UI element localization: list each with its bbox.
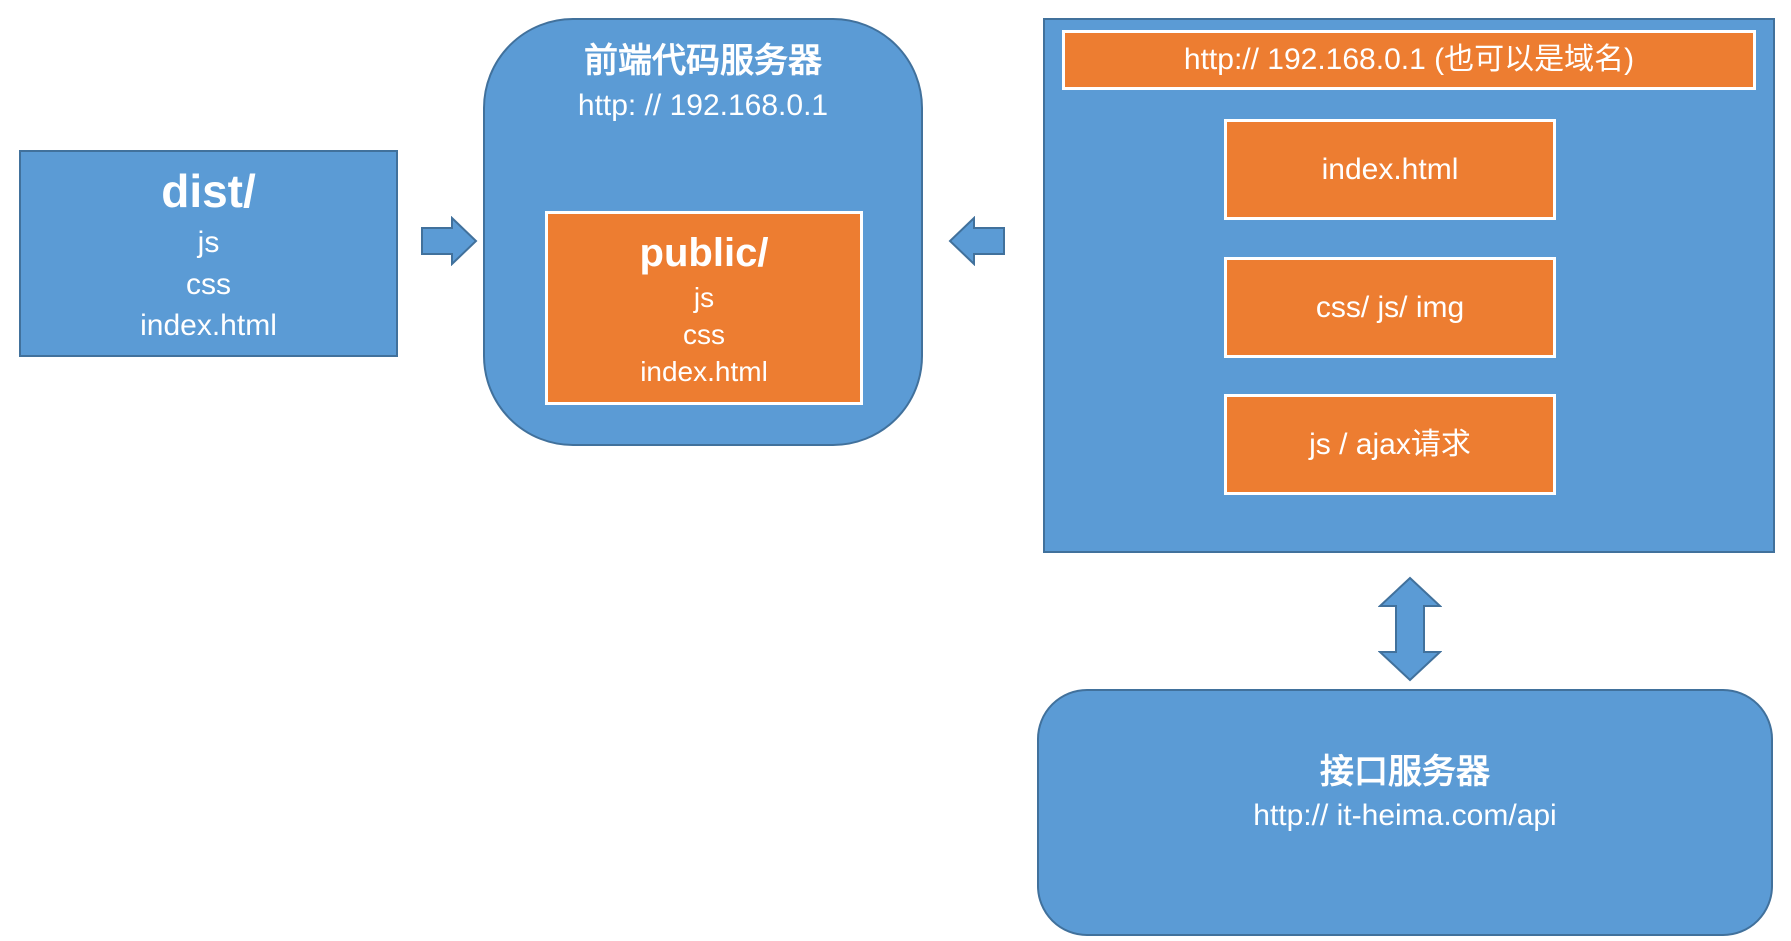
api-server-box: 接口服务器 http:// it-heima.com/api xyxy=(1037,689,1773,936)
left-arrow-icon xyxy=(948,216,1005,266)
public-item-css: css xyxy=(683,318,725,350)
dist-title: dist/ xyxy=(161,164,256,217)
browser-item-index: index.html xyxy=(1224,119,1556,220)
browser-item-assets: css/ js/ img xyxy=(1224,257,1556,358)
api-server-title: 接口服务器 xyxy=(1320,752,1490,791)
frontend-server-address: http: // 192.168.0.1 xyxy=(577,88,829,122)
address-bar-text: http:// 192.168.0.1 (也可以是域名) xyxy=(1183,43,1635,77)
browser-item-assets-label: css/ js/ img xyxy=(1315,290,1465,324)
public-item-js: js xyxy=(693,281,715,313)
address-bar: http:// 192.168.0.1 (也可以是域名) xyxy=(1062,30,1756,90)
public-title: public/ xyxy=(639,230,769,275)
browser-item-ajax: js / ajax请求 xyxy=(1224,394,1556,495)
dist-item-css: css xyxy=(186,267,231,301)
browser-item-ajax-label: js / ajax请求 xyxy=(1309,427,1471,461)
browser-box: http:// 192.168.0.1 (也可以是域名) index.html … xyxy=(1043,18,1775,553)
dist-item-js: js xyxy=(197,226,220,259)
dist-item-index: index.html xyxy=(140,309,277,342)
frontend-server-box: 前端代码服务器 http: // 192.168.0.1 public/ js … xyxy=(483,18,923,446)
up-down-arrow-icon xyxy=(1378,576,1442,682)
frontend-server-title: 前端代码服务器 xyxy=(584,42,822,80)
public-box: public/ js css index.html xyxy=(545,211,863,405)
right-arrow-icon xyxy=(421,216,478,266)
api-server-address: http:// it-heima.com/api xyxy=(1253,799,1557,832)
browser-item-index-label: index.html xyxy=(1321,152,1459,186)
public-item-index: index.html xyxy=(640,355,768,387)
dist-box: dist/ js css index.html xyxy=(19,150,398,357)
